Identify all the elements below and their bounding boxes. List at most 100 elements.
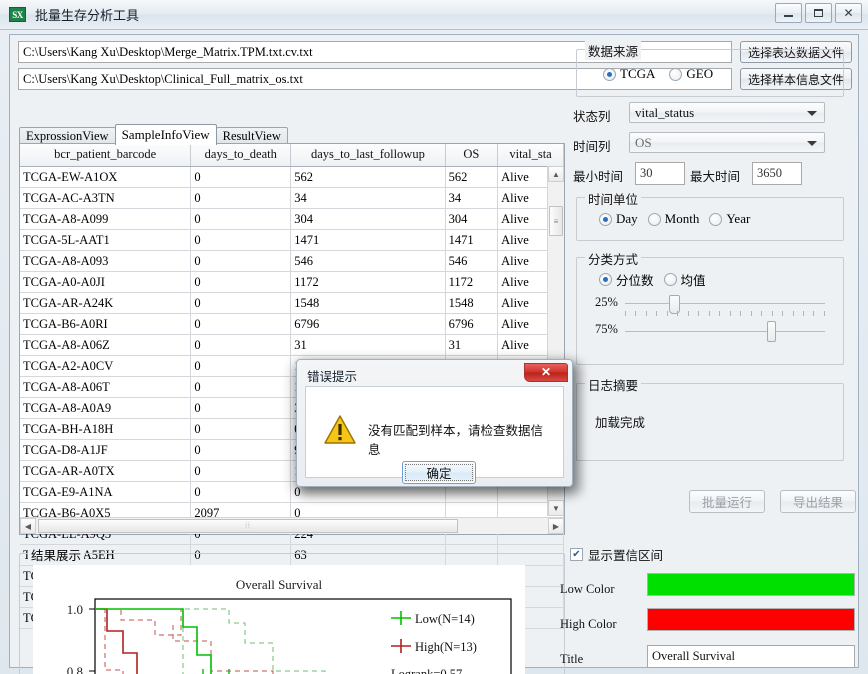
table-row[interactable]: TCGA-A8-A099 0 304 304 Alive [20,208,564,230]
table-cell: TCGA-AR-A0TX [20,460,192,482]
table-cell: 34 [290,187,446,209]
table-row[interactable]: TCGA-AR-A24K 0 1548 1548 Alive [20,292,564,314]
column-header-days-to-death[interactable]: days_to_death [190,144,292,167]
table-cell: 6796 [290,313,446,335]
survival-chart-svg: Overall Survival 1.0 0.8 0.6 Survival [67,577,512,674]
window-title: 批量生存分析工具 [35,9,140,24]
radio-day[interactable]: Day [599,211,638,227]
datasource-group: 数据来源 TCGA GEO [576,41,844,97]
table-cell: 0 [190,292,292,314]
show-ci-checkbox-row[interactable]: ✔ 显示置信区间 [570,545,663,564]
radio-month[interactable]: Month [647,211,699,227]
table-cell: 1471 [290,229,446,251]
table-cell: TCGA-AC-A3TN [20,187,192,209]
high-percentile-label: 75% [595,322,618,336]
table-cell: 34 [445,187,499,209]
datasource-legend: 数据来源 [585,41,642,60]
table-cell: 562 [445,166,499,188]
vertical-scroll-thumb[interactable]: ≡ [549,206,563,236]
app-icon: SX [9,7,26,22]
radio-mean[interactable]: 均值 [663,270,706,289]
min-time-input[interactable]: 30 [635,162,685,185]
chart-y-axis: 1.0 0.8 0.6 [67,602,95,674]
dialog-title: 错误提示 [307,369,358,384]
column-header-vital-status[interactable]: vital_sta [497,144,564,167]
column-header-os[interactable]: OS [445,144,499,167]
table-row[interactable]: TCGA-AC-A3TN 0 34 34 Alive [20,187,564,209]
show-ci-label: 显示置信区间 [588,548,664,563]
scroll-right-icon[interactable]: ▶ [548,518,564,534]
dialog-ok-button[interactable]: 确定 [402,461,476,484]
horizontal-scroll-thumb[interactable]: ⦙⦙ [38,519,458,533]
tab-expression-view[interactable]: ExprossionView [19,127,116,144]
table-row[interactable]: TCGA-A8-A093 0 546 546 Alive [20,250,564,272]
tab-sample-info-view[interactable]: SampleInfoView [114,124,217,145]
table-row[interactable]: TCGA-A0-A0JI 0 1172 1172 Alive [20,271,564,293]
table-cell: 0 [190,334,292,356]
table-row[interactable]: TCGA-5L-AAT1 0 1471 1471 Alive [20,229,564,251]
table-cell: 31 [290,334,446,356]
batch-run-button[interactable]: 批量运行 [689,490,765,513]
radio-year[interactable]: Year [709,211,750,227]
max-time-label: 最大时间 [690,169,741,184]
time-unit-legend: 时间单位 [585,189,642,208]
table-cell: 0 [190,397,292,419]
high-percentile-handle[interactable] [767,321,776,342]
chevron-down-icon-2 [807,140,817,146]
table-row[interactable]: TCGA-A8-A06Z 0 31 31 Alive [20,334,564,356]
show-ci-checkbox[interactable]: ✔ [570,548,583,561]
table-cell: 1548 [445,292,499,314]
status-column-select[interactable]: vital_status [629,102,825,123]
table-cell: TCGA-A8-A099 [20,208,192,230]
radio-mean-label: 均值 [680,273,706,288]
table-cell: TCGA-EW-A1OX [20,166,192,188]
table-cell: 0 [190,208,292,230]
table-cell: 1548 [290,292,446,314]
table-cell: 0 [190,313,292,335]
table-horizontal-scrollbar[interactable]: ◀ ⦙⦙ ▶ [20,517,564,534]
plot-title-input[interactable]: Overall Survival [647,645,855,668]
radio-day-label: Day [616,211,638,226]
table-cell: TCGA-A8-A06T [20,376,192,398]
close-icon[interactable]: ✕ [835,3,862,23]
export-result-button[interactable]: 导出结果 [780,490,856,513]
table-cell: 0 [190,439,292,461]
table-cell: 6796 [445,313,499,335]
radio-tcga[interactable]: TCGA [603,66,655,82]
radio-geo[interactable]: GEO [669,66,713,82]
column-header-barcode[interactable]: bcr_patient_barcode [20,144,192,167]
high-percentile-track[interactable] [625,331,825,332]
high-color-swatch[interactable] [647,608,855,631]
maximize-icon[interactable] [805,3,832,23]
warning-icon [324,415,356,444]
survival-chart: Overall Survival 1.0 0.8 0.6 Survival [33,565,525,674]
table-cell: TCGA-B6-A0RI [20,313,192,335]
radio-year-label: Year [726,211,751,226]
status-column-value: vital_status [635,104,695,120]
dialog-close-icon[interactable]: ✕ [524,363,568,382]
table-cell: 0 [190,376,292,398]
table-cell: TCGA-A8-A0A9 [20,397,192,419]
chart-legend-low: Low(N=14) [415,612,475,626]
column-header-days-to-last-followup[interactable]: days_to_last_followup [290,144,446,167]
minimize-icon[interactable] [775,3,802,23]
table-header-row: bcr_patient_barcode days_to_death days_t… [20,144,564,167]
scroll-up-icon[interactable]: ▲ [548,166,564,182]
max-time-input[interactable]: 3650 [752,162,802,185]
table-row[interactable]: TCGA-B6-A0RI 0 6796 6796 Alive [20,313,564,335]
radio-geo-label: GEO [686,66,714,81]
table-cell: 0 [190,481,292,503]
table-cell: TCGA-A8-A06Z [20,334,192,356]
radio-quantile[interactable]: 分位数 [599,270,654,289]
scroll-down-icon[interactable]: ▼ [548,500,564,516]
tab-result-view[interactable]: ResultView [215,127,288,144]
dialog-message: 没有匹配到样本，请检查数据信息 [368,423,544,457]
time-column-select[interactable]: OS [629,132,825,153]
scroll-left-icon[interactable]: ◀ [20,518,36,534]
low-color-swatch[interactable] [647,573,855,596]
table-row[interactable]: TCGA-EW-A1OX 0 562 562 Alive [20,166,564,188]
low-percentile-track[interactable] [625,303,825,304]
svg-text:1.0: 1.0 [67,602,83,617]
table-cell: TCGA-E9-A1NA [20,481,192,503]
log-text: 加载完成 [595,415,646,430]
